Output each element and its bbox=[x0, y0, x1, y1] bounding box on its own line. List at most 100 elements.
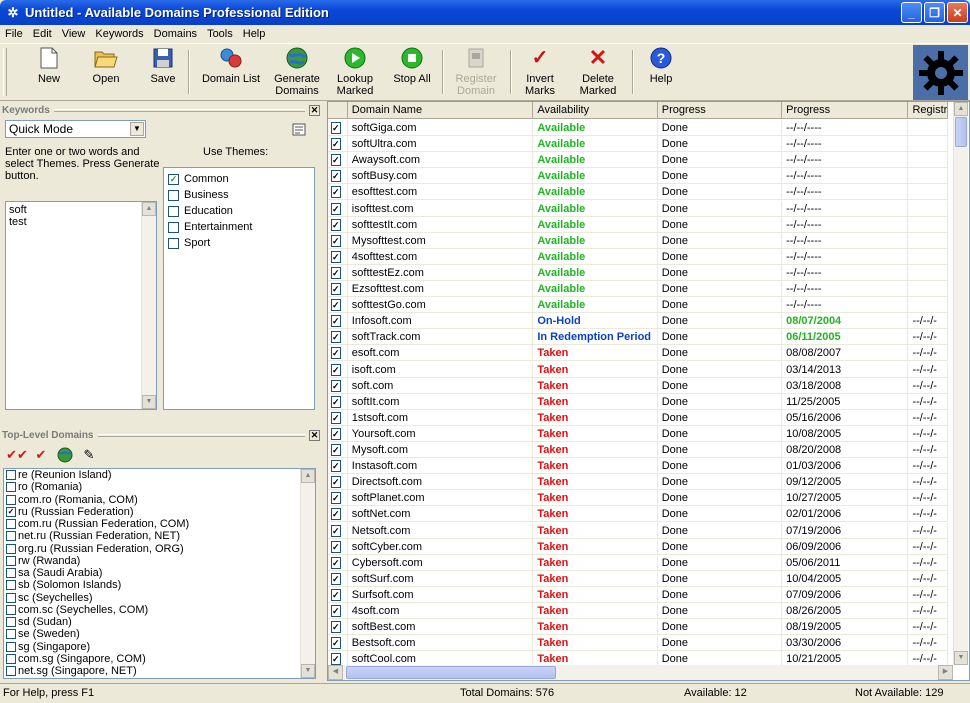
scroll-right-icon[interactable]: ▶ bbox=[938, 665, 953, 680]
row-checkbox[interactable]: ✓ bbox=[331, 476, 341, 489]
tld-item[interactable]: re (Reunion Island) bbox=[4, 469, 315, 481]
menu-domains[interactable]: Domains bbox=[149, 28, 202, 40]
domain-list-button[interactable]: Domain List bbox=[196, 46, 266, 100]
column-header-date[interactable]: Progress bbox=[782, 102, 909, 119]
checkbox[interactable]: ✓ bbox=[168, 173, 179, 185]
table-row[interactable]: ✓ softtestGo.com Available Done --/--/---- bbox=[328, 297, 949, 314]
menu-view[interactable]: View bbox=[57, 28, 91, 40]
scroll-thumb[interactable] bbox=[346, 666, 556, 679]
checkbox[interactable] bbox=[168, 221, 179, 233]
scroll-down-icon[interactable]: ▼ bbox=[954, 651, 968, 665]
generate-domains-button[interactable]: Generate Domains bbox=[274, 46, 320, 100]
table-row[interactable]: ✓ soft.com Taken Done 03/18/2008 --/--/- bbox=[328, 377, 949, 394]
scroll-up-icon[interactable]: ▲ bbox=[301, 469, 315, 483]
grid-hscrollbar[interactable]: ◀ ▶ bbox=[328, 665, 953, 680]
tld-item[interactable]: com.ro (Romania, COM) bbox=[4, 494, 315, 506]
checkbox[interactable] bbox=[6, 482, 16, 493]
check-some-icon[interactable]: ✔ bbox=[31, 445, 51, 465]
checkbox[interactable] bbox=[6, 604, 16, 615]
row-checkbox[interactable]: ✓ bbox=[331, 427, 341, 440]
row-checkbox[interactable]: ✓ bbox=[331, 154, 341, 167]
table-row[interactable]: ✓ softIt.com Taken Done 11/25/2005 --/--/- bbox=[328, 393, 949, 410]
tld-item[interactable]: se (Sweden) bbox=[4, 628, 315, 640]
table-row[interactable]: ✓ 4soft.com Taken Done 08/26/2005 --/--/- bbox=[328, 603, 949, 620]
toolbar-grip[interactable] bbox=[3, 48, 7, 96]
table-row[interactable]: ✓ Awaysoft.com Available Done --/--/---- bbox=[328, 152, 949, 169]
row-checkbox[interactable]: ✓ bbox=[331, 299, 341, 312]
lookup-marked-button[interactable]: Lookup Marked bbox=[334, 46, 376, 100]
checkbox[interactable] bbox=[6, 555, 16, 566]
tld-item[interactable]: com.sg (Singapore, COM) bbox=[4, 653, 315, 665]
scroll-up-icon[interactable]: ▲ bbox=[954, 102, 968, 116]
tool-icon[interactable]: ✎ bbox=[79, 445, 99, 465]
row-checkbox[interactable]: ✓ bbox=[331, 266, 341, 279]
checkbox[interactable] bbox=[6, 617, 16, 628]
tld-item[interactable]: com.ru (Russian Federation, COM) bbox=[4, 518, 315, 530]
tld-item[interactable]: net.ru (Russian Federation, NET) bbox=[4, 530, 315, 542]
mode-select[interactable]: Quick Mode ▼ bbox=[5, 120, 146, 138]
row-checkbox[interactable]: ✓ bbox=[331, 379, 341, 392]
chevron-down-icon[interactable]: ▼ bbox=[130, 122, 144, 136]
menu-keywords[interactable]: Keywords bbox=[90, 28, 148, 40]
table-row[interactable]: ✓ softGiga.com Available Done --/--/---- bbox=[328, 120, 949, 137]
theme-education[interactable]: Education bbox=[168, 203, 310, 219]
row-checkbox[interactable]: ✓ bbox=[331, 605, 341, 617]
row-checkbox[interactable]: ✓ bbox=[331, 363, 341, 376]
table-row[interactable]: ✓ softSurf.com Taken Done 10/04/2005 --/--/- bbox=[328, 570, 949, 587]
grid-vscrollbar[interactable]: ▲ ▼ bbox=[953, 102, 968, 665]
open-button[interactable]: Open bbox=[88, 46, 124, 100]
scroll-up-icon[interactable]: ▲ bbox=[142, 202, 156, 216]
checkbox[interactable] bbox=[6, 653, 16, 664]
row-checkbox[interactable]: ✓ bbox=[331, 621, 341, 634]
help-button[interactable]: ? Help bbox=[646, 46, 676, 100]
checkbox[interactable] bbox=[6, 641, 16, 652]
table-row[interactable]: ✓ softBusy.com Available Done --/--/---- bbox=[328, 168, 949, 185]
tld-item[interactable]: sc (Seychelles) bbox=[4, 592, 315, 604]
checkbox[interactable] bbox=[168, 237, 179, 249]
row-checkbox[interactable]: ✓ bbox=[331, 186, 341, 199]
row-checkbox[interactable]: ✓ bbox=[331, 572, 341, 585]
row-checkbox[interactable]: ✓ bbox=[331, 540, 341, 553]
keywords-textarea[interactable]: soft test bbox=[5, 201, 157, 410]
invert-marks-button[interactable]: ✓ Invert Marks bbox=[520, 46, 560, 100]
tld-item[interactable]: ro (Romania) bbox=[4, 481, 315, 493]
properties-icon[interactable] bbox=[291, 121, 307, 137]
table-row[interactable]: ✓ 1stsoft.com Taken Done 05/16/2006 --/--/- bbox=[328, 409, 949, 426]
table-row[interactable]: ✓ Cybersoft.com Taken Done 05/06/2011 --/--/- bbox=[328, 554, 949, 571]
row-checkbox[interactable]: ✓ bbox=[331, 653, 341, 666]
menu-file[interactable]: File bbox=[0, 28, 28, 40]
theme-common[interactable]: ✓ Common bbox=[168, 171, 310, 187]
minimize-button[interactable]: _ bbox=[901, 2, 922, 23]
close-button[interactable]: ✕ bbox=[947, 2, 968, 23]
checkbox[interactable] bbox=[6, 470, 16, 481]
keywords-scrollbar[interactable]: ▲ ▼ bbox=[141, 202, 156, 409]
row-checkbox[interactable]: ✓ bbox=[331, 588, 341, 601]
checkbox[interactable]: ✓ bbox=[6, 506, 16, 517]
scroll-down-icon[interactable]: ▼ bbox=[142, 395, 156, 409]
row-checkbox[interactable]: ✓ bbox=[331, 395, 341, 408]
row-checkbox[interactable]: ✓ bbox=[331, 234, 341, 247]
column-header-progress[interactable]: Progress bbox=[658, 102, 783, 119]
theme-business[interactable]: Business bbox=[168, 187, 310, 203]
row-checkbox[interactable]: ✓ bbox=[331, 250, 341, 263]
column-header-registrar[interactable]: Registr bbox=[908, 102, 949, 119]
checkbox[interactable] bbox=[6, 629, 16, 640]
checkbox[interactable] bbox=[168, 205, 179, 217]
row-checkbox[interactable]: ✓ bbox=[331, 492, 341, 505]
scroll-thumb[interactable] bbox=[955, 117, 967, 147]
table-row[interactable]: ✓ softPlanet.com Taken Done 10/27/2005 --/--/… bbox=[328, 490, 949, 507]
tld-item[interactable]: sb (Solomon Islands) bbox=[4, 579, 315, 591]
tld-item[interactable]: rw (Rwanda) bbox=[4, 555, 315, 567]
row-checkbox[interactable]: ✓ bbox=[331, 202, 341, 215]
tld-item[interactable]: com.sc (Seychelles, COM) bbox=[4, 604, 315, 616]
tld-item[interactable]: ✓ ru (Russian Federation) bbox=[4, 506, 315, 518]
table-row[interactable]: ✓ Mysofttest.com Available Done --/--/---- bbox=[328, 232, 949, 249]
tld-close-icon[interactable]: ✕ bbox=[309, 429, 320, 441]
register-domain-button[interactable]: Register Domain bbox=[452, 46, 500, 100]
checkbox[interactable] bbox=[6, 543, 16, 554]
row-checkbox[interactable]: ✓ bbox=[331, 637, 341, 650]
checkbox[interactable] bbox=[6, 568, 16, 579]
keywords-close-icon[interactable]: ✕ bbox=[309, 104, 320, 116]
tld-item[interactable]: org.ru (Russian Federation, ORG) bbox=[4, 543, 315, 555]
theme-entertainment[interactable]: Entertainment bbox=[168, 219, 310, 235]
